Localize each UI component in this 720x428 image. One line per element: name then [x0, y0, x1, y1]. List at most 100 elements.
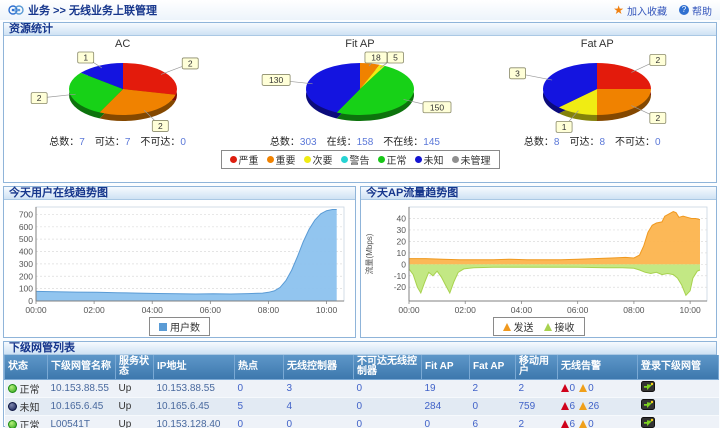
help-icon: ?: [679, 5, 689, 15]
ip-address-cell: 10.165.6.45: [154, 397, 235, 415]
unreachable-controller-cell[interactable]: 0: [354, 415, 422, 428]
pie-stat-label: 不在线：: [383, 137, 423, 148]
column-header-5: 无线控制器: [284, 355, 354, 379]
pie-stat-value[interactable]: 0: [180, 137, 186, 148]
mobile-user-count-cell[interactable]: 759: [516, 397, 558, 415]
svg-text:06:00: 06:00: [567, 305, 589, 315]
ac-pie-chart: 2221: [7, 50, 239, 136]
svg-text:200: 200: [18, 271, 32, 281]
add-favorite-link[interactable]: ★ 加入收藏: [613, 3, 667, 18]
login-nms-button[interactable]: [641, 399, 655, 411]
pie-stat-value[interactable]: 303: [300, 137, 317, 148]
hotspot-count-cell[interactable]: 0: [235, 415, 284, 428]
pie-title-fit-ap: Fit AP: [241, 38, 478, 50]
login-nms-button[interactable]: [641, 381, 655, 393]
pie-stat-value[interactable]: 0: [655, 137, 661, 148]
login-cell[interactable]: [638, 415, 719, 428]
svg-text:5: 5: [393, 53, 398, 63]
fat-ap-count-cell[interactable]: 2: [470, 379, 516, 397]
svg-text:400: 400: [18, 247, 32, 257]
status-cell: 正常: [5, 415, 48, 428]
svg-text:00:00: 00:00: [25, 305, 47, 315]
fat-ap-count-cell[interactable]: 6: [470, 415, 516, 428]
svg-text:08:00: 08:00: [257, 305, 279, 315]
hotspot-count-cell[interactable]: 0: [235, 379, 284, 397]
pie-stat-label: 总数：: [270, 137, 300, 148]
pie-stat-label: 总数：: [524, 137, 554, 148]
critical-alarm-icon: [561, 402, 569, 410]
controller-count-cell[interactable]: 4: [284, 397, 354, 415]
ap-traffic-header: 今天AP流量趋势图: [361, 187, 716, 200]
fat-ap-pie-stats: 总数：8可达：8不可达：0: [479, 133, 716, 148]
svg-text:20: 20: [396, 236, 406, 246]
fit-ap-count-cell[interactable]: 0: [422, 415, 470, 428]
svg-text:150: 150: [430, 102, 444, 112]
critical-alarm-icon: [561, 420, 569, 428]
controller-count-cell[interactable]: 0: [284, 415, 354, 428]
breadcrumb[interactable]: 业务 >> 无线业务上联管理: [28, 2, 157, 18]
svg-text:00:00: 00:00: [398, 305, 420, 315]
star-icon: ★: [613, 5, 624, 15]
table-header-row: 状态下级网管名称服务状态IP地址热点无线控制器不可达无线控制器Fit APFat…: [5, 355, 719, 379]
ip-address-cell: 10.153.88.55: [154, 379, 235, 397]
pie-stat-value[interactable]: 8: [554, 137, 560, 148]
legend-dot: [378, 156, 385, 163]
user-trend-header: 今天用户在线趋势图: [4, 187, 355, 200]
topbar-links: ★ 加入收藏 ? 帮助: [613, 3, 712, 18]
pie-stat-label: 总数：: [49, 137, 79, 148]
pie-stat-value[interactable]: 7: [79, 137, 85, 148]
fit-ap-count-cell[interactable]: 19: [422, 379, 470, 397]
pie-stat-label: 可达：: [569, 137, 599, 148]
pie-block-fat-ap: Fat AP 2213 总数：8可达：8不可达：0: [479, 36, 716, 148]
unreachable-controller-cell[interactable]: 0: [354, 397, 422, 415]
ip-address-cell: 10.153.128.40: [154, 415, 235, 428]
wireless-alarm-cell[interactable]: 626: [558, 397, 638, 415]
table-row: 正常10.153.88.55Up10.153.88.55030192200: [5, 379, 719, 397]
fit-ap-count-cell[interactable]: 284: [422, 397, 470, 415]
table-row: 正常L00541TUp10.153.128.4000006260: [5, 415, 719, 428]
svg-text:04:00: 04:00: [141, 305, 163, 315]
nms-name-cell[interactable]: 10.153.88.55: [48, 379, 116, 397]
help-label: 帮助: [692, 3, 712, 18]
login-cell[interactable]: [638, 397, 719, 415]
app-logo-icon: [8, 4, 24, 16]
pie-stat-label: 不可达：: [615, 137, 655, 148]
svg-text:-10: -10: [393, 271, 406, 281]
column-header-8: Fat AP: [470, 355, 516, 379]
pie-stat-value[interactable]: 145: [423, 137, 440, 148]
status-cell: 正常: [5, 379, 48, 397]
svg-text:02:00: 02:00: [83, 305, 105, 315]
legend-item-正常: 正常: [378, 152, 407, 167]
pie-block-fit-ap: Fit AP 185150130 总数：303在线：158不在线：145: [241, 36, 478, 148]
unreachable-controller-cell[interactable]: 0: [354, 379, 422, 397]
wireless-alarm-cell[interactable]: 60: [558, 415, 638, 428]
nms-name-cell[interactable]: 10.165.6.45: [48, 397, 116, 415]
ap-traffic-trend-panel: 今天AP流量趋势图 -20-1001020304000:0002:0004:00…: [360, 186, 717, 338]
svg-text:06:00: 06:00: [199, 305, 221, 315]
svg-text:700: 700: [18, 209, 32, 219]
controller-count-cell[interactable]: 3: [284, 379, 354, 397]
mobile-user-count-cell[interactable]: 2: [516, 415, 558, 428]
svg-text:1: 1: [83, 53, 88, 63]
hotspot-count-cell[interactable]: 5: [235, 397, 284, 415]
svg-text:10: 10: [396, 248, 406, 258]
svg-text:2: 2: [188, 58, 193, 68]
legend-dot: [341, 156, 348, 163]
pie-stat-label: 不可达：: [140, 137, 180, 148]
mobile-user-count-cell[interactable]: 2: [516, 379, 558, 397]
fat-ap-count-cell[interactable]: 0: [470, 397, 516, 415]
series-legend-item-接收: 接收: [544, 319, 575, 334]
ac-pie-stats: 总数：7可达：7不可达：0: [4, 133, 241, 148]
legend-dot: [415, 156, 422, 163]
column-header-2: 服务状态: [116, 355, 154, 379]
nms-name-cell[interactable]: L00541T: [48, 415, 116, 428]
pie-stat-value[interactable]: 158: [357, 137, 374, 148]
severity-legend: 严重重要次要警告正常未知未管理: [221, 150, 500, 169]
pie-stat-value[interactable]: 7: [125, 137, 131, 148]
login-nms-button[interactable]: [641, 417, 655, 428]
login-cell[interactable]: [638, 379, 719, 397]
legend-dot: [267, 156, 274, 163]
help-link[interactable]: ? 帮助: [679, 3, 712, 18]
pie-stat-value[interactable]: 8: [599, 137, 605, 148]
wireless-alarm-cell[interactable]: 00: [558, 379, 638, 397]
